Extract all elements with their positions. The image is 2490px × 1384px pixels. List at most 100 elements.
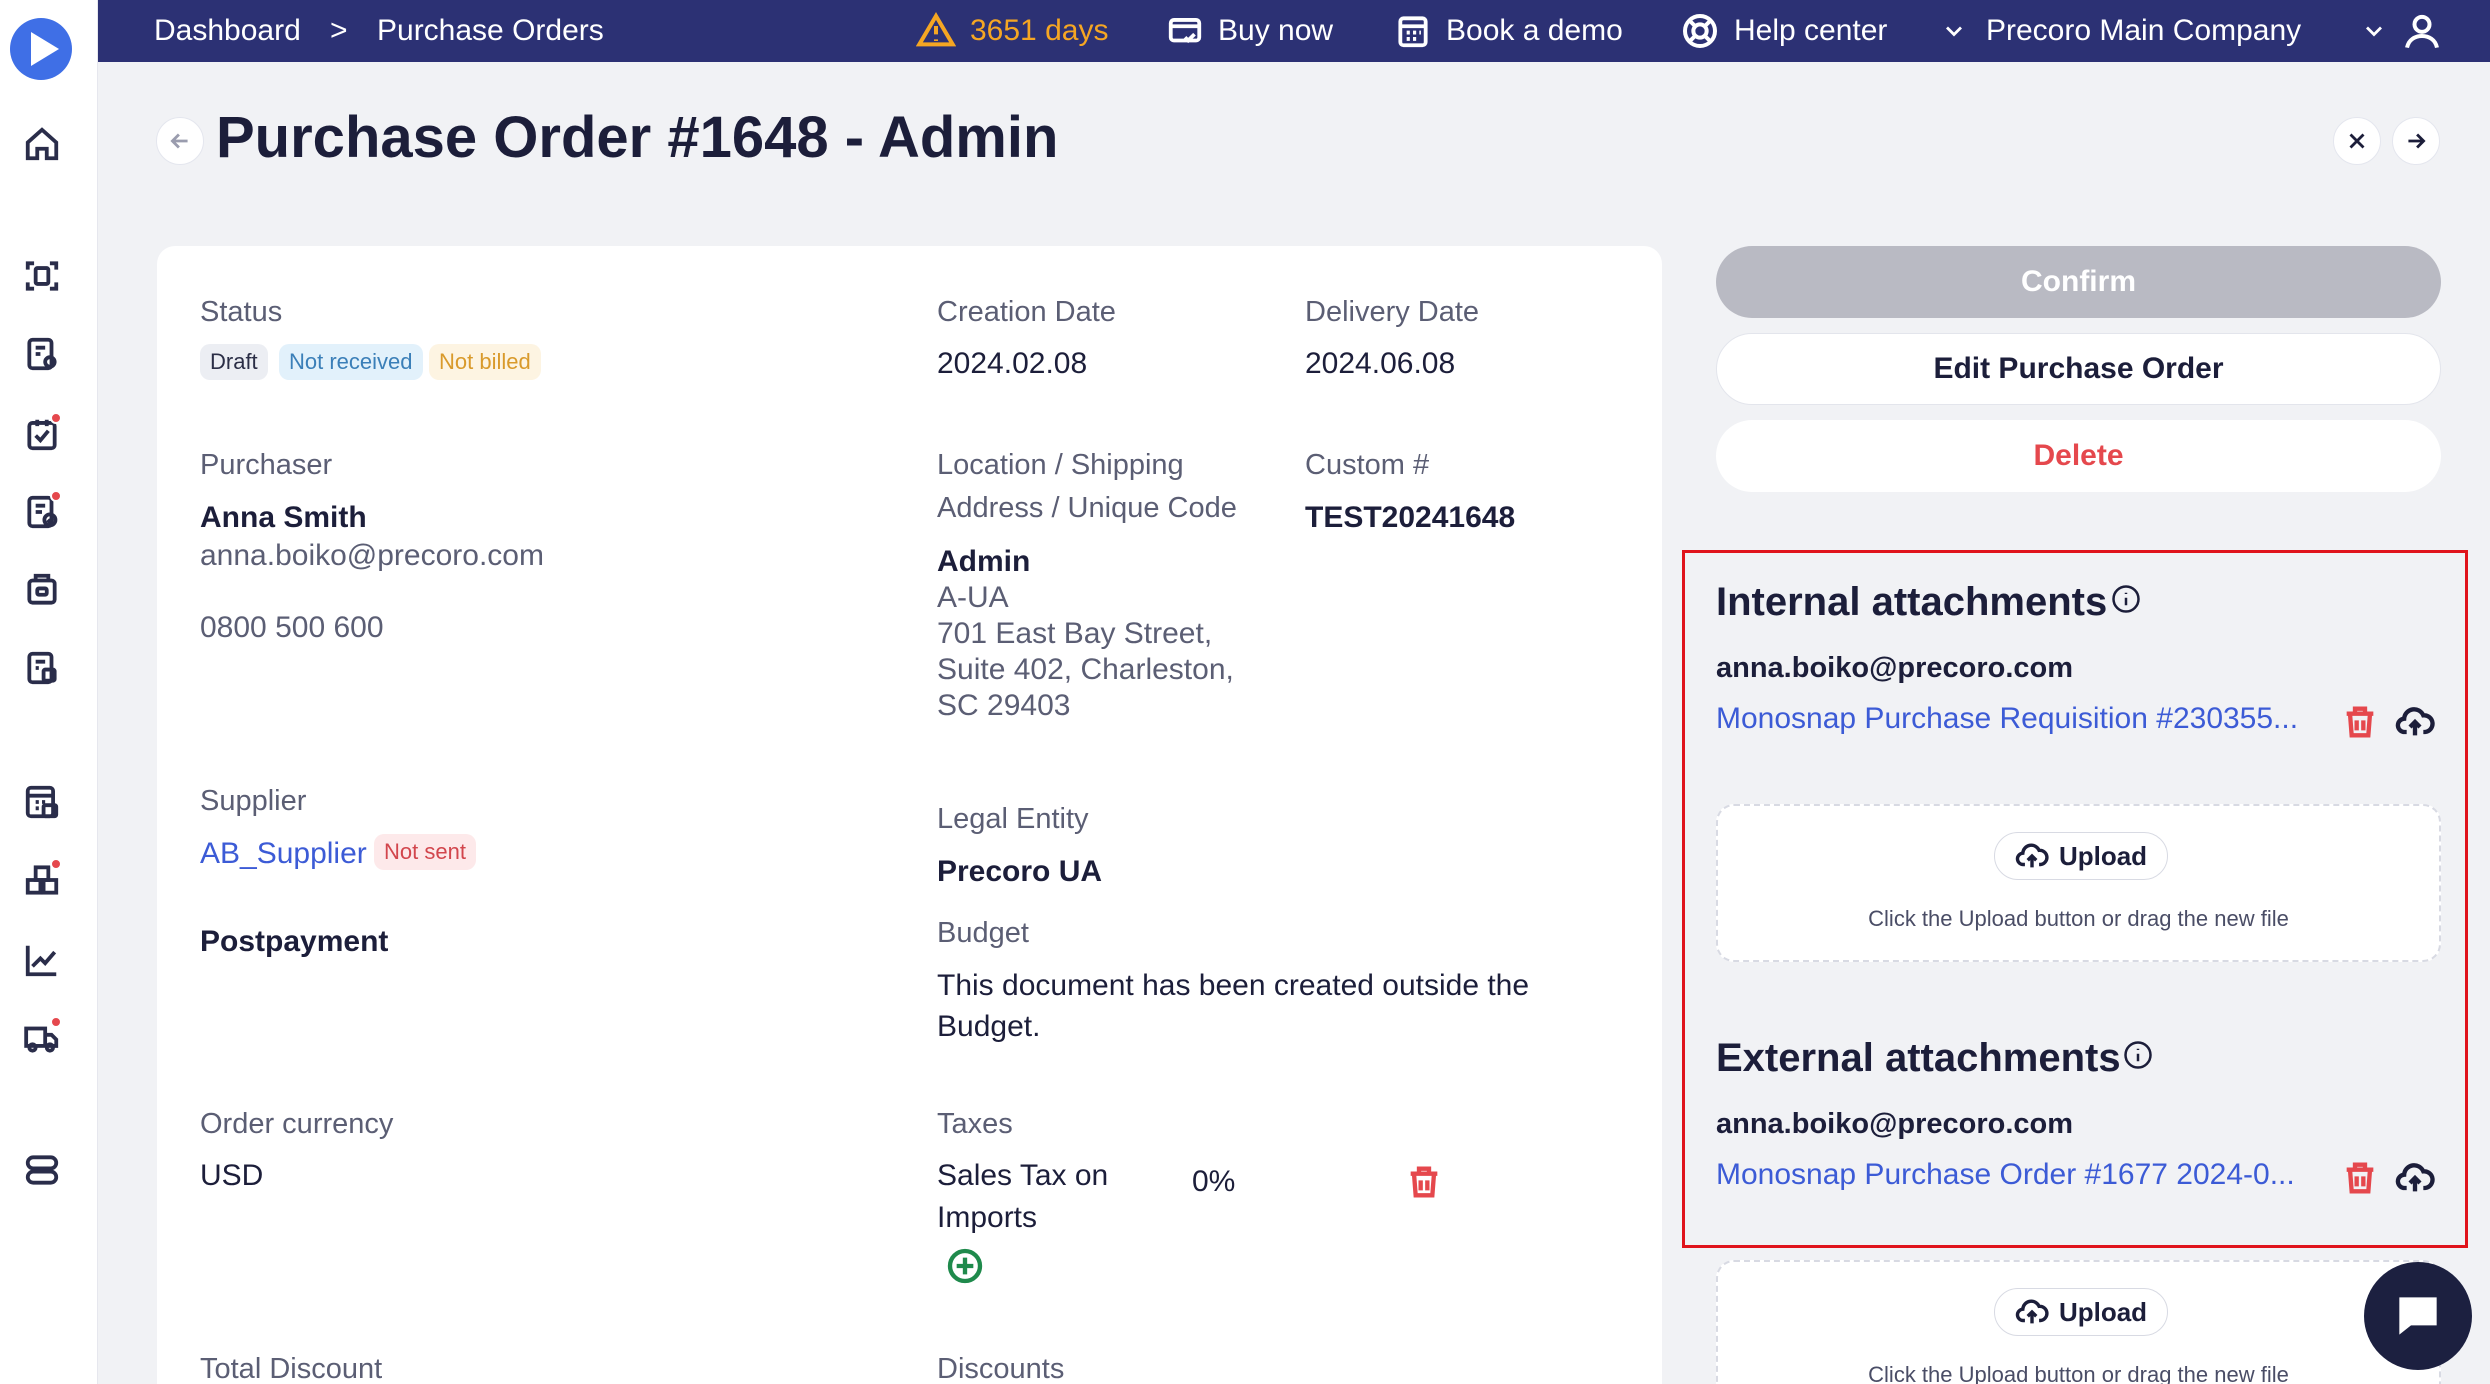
info-icon[interactable] [2123,1040,2153,1070]
precoro-logo-icon[interactable] [10,18,72,80]
internal-attachment-file-link[interactable]: Monosnap Purchase Requisition #230355... [1716,702,2316,736]
back-arrow-button[interactable] [156,117,204,165]
chat-widget-button[interactable] [2364,1262,2472,1370]
delivery-truck-icon[interactable] [22,1016,62,1058]
external-attachment-uploader: anna.boiko@precoro.com [1716,1108,2074,1140]
internal-attachment-dropzone[interactable]: Upload Click the Upload button or drag t… [1716,804,2441,962]
tax-name-line-1: Sales Tax on [937,1159,1109,1192]
legal-entity-label: Legal Entity [937,803,1089,835]
location-name: Admin [937,545,1031,578]
home-icon[interactable] [22,124,62,164]
approvals-icon[interactable] [22,412,62,454]
external-attachments-title: External attachments [1716,1036,2121,1080]
next-arrow-button[interactable] [2392,117,2440,165]
notification-dot [50,1016,62,1028]
settings-toggle-icon[interactable] [22,1150,62,1190]
delivery-date-value: 2024.06.08 [1305,347,1456,380]
book-demo-label: Book a demo [1446,14,1623,47]
help-center-link[interactable]: Help center [1680,8,1887,54]
status-label: Status [200,296,283,328]
delete-external-attachment-button[interactable] [2338,1156,2382,1200]
warning-icon [916,12,956,47]
calendar-icon [1398,16,1428,48]
cloud-upload-external-button[interactable] [2393,1156,2437,1200]
address-line-2: Suite 402, Charleston, [937,653,1234,686]
breadcrumb-dashboard[interactable]: Dashboard [154,8,301,54]
supplier-status-badge: Not sent [374,834,476,870]
status-badge-not-billed: Not billed [429,344,541,380]
budgets-icon[interactable] [22,782,62,822]
address-line-3: SC 29403 [937,689,1071,722]
purchase-orders-icon[interactable] [22,490,62,532]
user-menu[interactable] [2360,8,2442,54]
add-tax-button[interactable] [943,1244,987,1288]
external-upload-button[interactable]: Upload [1994,1288,2168,1336]
inventory-icon[interactable] [22,858,62,900]
trash-icon [2346,1162,2374,1194]
info-icon[interactable] [2111,584,2141,614]
status-badge-not-received: Not received [279,344,423,380]
scan-document-icon[interactable] [22,256,62,296]
taxes-label: Taxes [937,1108,1013,1140]
top-bar: Dashboard > Purchase Orders 3651 days Bu… [98,0,2490,62]
company-name: Precoro Main Company [1986,14,2302,47]
receipts-icon[interactable] [22,570,62,610]
creation-date-label: Creation Date [937,296,1116,328]
user-avatar-icon [2405,14,2439,49]
delete-tax-button[interactable] [1402,1160,1446,1204]
legal-entity-value: Precoro UA [937,855,1103,888]
cloud-upload-icon [2395,707,2435,736]
tax-name-line-2: Imports [937,1201,1038,1234]
breadcrumb-separator: > [330,14,348,47]
budget-text-line-2: Budget. [937,1010,1041,1043]
plus-circle-icon [947,1248,983,1284]
external-attachment-dropzone[interactable]: Upload Click the Upload button or drag t… [1716,1260,2441,1384]
analytics-icon[interactable] [22,940,62,980]
cloud-upload-icon [2015,843,2049,868]
page-title: Purchase Order #1648 - Admin [216,105,1059,170]
invoices-icon[interactable] [22,648,62,688]
delete-internal-attachment-button[interactable] [2338,700,2382,744]
chat-bubble-icon [2399,1297,2437,1335]
requests-icon[interactable] [22,334,62,374]
cloud-upload-icon [2015,1299,2049,1324]
breadcrumb-purchase-orders[interactable]: Purchase Orders [377,8,604,54]
upload-hint: Click the Upload button or drag the new … [1868,1362,2289,1384]
supplier-link[interactable]: AB_Supplier [200,834,367,874]
arrow-left-icon [170,133,188,149]
notification-dot [50,490,62,502]
creation-date-value: 2024.02.08 [937,347,1088,380]
external-attachment-file-link[interactable]: Monosnap Purchase Order #1677 2024-0... [1716,1158,2316,1192]
buy-now-label: Buy now [1218,14,1334,47]
delete-button[interactable]: Delete [1716,420,2441,492]
internal-attachment-uploader: anna.boiko@precoro.com [1716,652,2074,684]
trash-icon [1410,1166,1438,1198]
custom-number-value: TEST20241648 [1305,501,1516,534]
internal-attachments-title: Internal attachments [1716,580,2108,624]
lifebuoy-icon [1683,14,1717,48]
close-button[interactable] [2333,117,2381,165]
trial-days-text: 3651 days [970,14,1109,47]
purchaser-name: Anna Smith [200,501,367,534]
confirm-button[interactable]: Confirm [1716,246,2441,318]
book-demo-link[interactable]: Book a demo [1394,8,1623,54]
status-badge-draft: Draft [200,344,268,380]
tax-rate: 0% [1192,1165,1236,1198]
buy-now-link[interactable]: Buy now [1166,8,1333,54]
internal-upload-button[interactable]: Upload [1994,832,2168,880]
close-icon [2349,133,2365,149]
delivery-date-label: Delivery Date [1305,296,1480,328]
cloud-upload-internal-button[interactable] [2393,700,2437,744]
upload-label: Upload [2058,1296,2148,1327]
notification-dot [50,858,62,870]
budget-text-line-1: This document has been created outside t… [937,969,1530,1002]
location-label-line-2: Address / Unique Code [937,492,1237,524]
purchaser-email: anna.boiko@precoro.com [200,539,544,572]
supplier-label: Supplier [200,785,307,817]
company-selector[interactable]: Precoro Main Company [1940,8,2301,54]
location-label-line-1: Location / Shipping [937,449,1184,481]
trial-days-indicator[interactable]: 3651 days [916,8,1108,54]
edit-purchase-order-button[interactable]: Edit Purchase Order [1716,333,2441,405]
trash-icon [2346,706,2374,738]
purchaser-label: Purchaser [200,449,333,481]
